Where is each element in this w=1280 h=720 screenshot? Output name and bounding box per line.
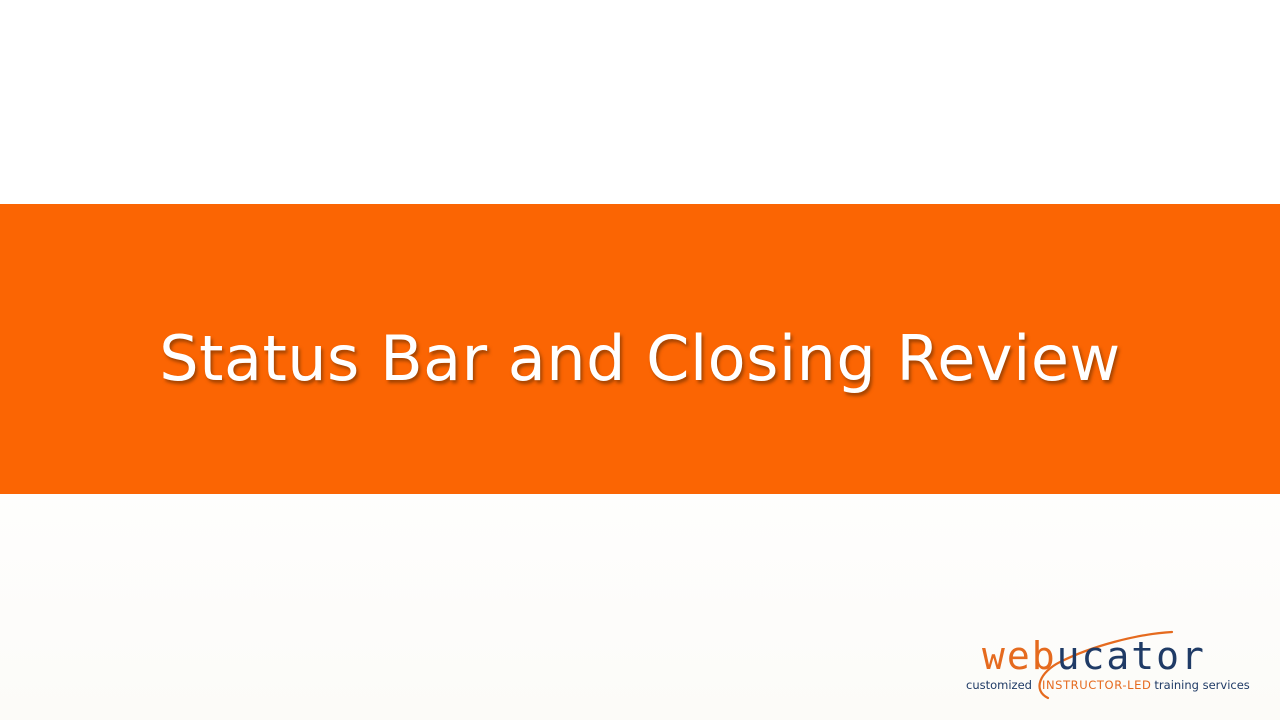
logo-word-web: web <box>982 634 1057 678</box>
tagline-instructor-led: INSTRUCTOR-LED <box>1041 678 1152 692</box>
logo-word-ucator: ucator <box>1056 634 1206 678</box>
slide: Status Bar and Closing Review webucator … <box>0 0 1280 720</box>
title-band: Status Bar and Closing Review <box>0 204 1280 494</box>
tagline-customized: customized <box>966 678 1032 692</box>
tagline-training-services: training services <box>1154 678 1250 692</box>
logo-wordmark: webucator <box>982 634 1206 678</box>
logo-tagline: customized INSTRUCTOR-LED training service… <box>966 678 1250 692</box>
webucator-logo: webucator customized INSTRUCTOR-LED traini… <box>962 626 1262 704</box>
slide-title: Status Bar and Closing Review <box>159 321 1121 395</box>
